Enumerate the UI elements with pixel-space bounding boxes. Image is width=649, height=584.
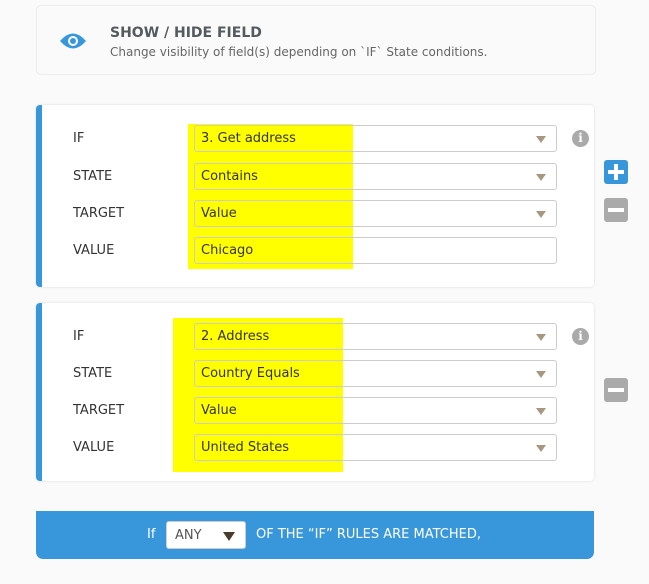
state-select[interactable]: Contains (194, 163, 557, 190)
header-title: SHOW / HIDE FIELD (110, 25, 262, 41)
target-select[interactable]: Value (194, 200, 557, 227)
rules-matched-text: OF THE “IF” RULES ARE MATCHED, (256, 527, 481, 542)
match-rule-bar: If ANY OF THE “IF” RULES ARE MATCHED, (36, 511, 594, 559)
remove-condition-button-1[interactable] (604, 198, 628, 222)
match-select[interactable]: ANY (166, 521, 246, 549)
if-value: 2. Address (201, 329, 270, 344)
value-text: United States (201, 440, 290, 455)
value-label: VALUE (73, 440, 115, 455)
target-select[interactable]: Value (194, 397, 557, 424)
target-value: Value (201, 206, 237, 221)
value-label: VALUE (73, 243, 115, 258)
dropdown-arrow-icon (536, 334, 546, 341)
dropdown-arrow-icon (536, 408, 546, 415)
value-input[interactable]: Chicago (194, 237, 557, 264)
if-select[interactable]: 3. Get address (194, 125, 557, 152)
header-subtitle: Change visibility of field(s) depending … (110, 45, 488, 59)
info-icon[interactable]: i (572, 130, 589, 147)
target-label: TARGET (73, 206, 125, 221)
state-label: STATE (73, 366, 113, 381)
state-value: Country Equals (201, 366, 300, 381)
dropdown-arrow-icon (536, 445, 546, 452)
remove-condition-button-2[interactable] (604, 378, 628, 402)
state-value: Contains (201, 169, 258, 184)
if-value: 3. Get address (201, 131, 296, 146)
dropdown-arrow-icon (536, 136, 546, 143)
value-text: Chicago (201, 243, 254, 258)
eye-icon (60, 33, 86, 49)
dropdown-arrow-icon (223, 532, 235, 541)
if-text: If (147, 527, 156, 542)
add-condition-button[interactable] (604, 160, 628, 184)
condition-card-2: IF STATE TARGET VALUE 2. Address Country… (36, 303, 594, 481)
target-label: TARGET (73, 403, 125, 418)
if-select[interactable]: 2. Address (194, 323, 557, 350)
dropdown-arrow-icon (536, 371, 546, 378)
condition-card-1: IF STATE TARGET VALUE 3. Get address Con… (36, 105, 594, 287)
target-value: Value (201, 403, 237, 418)
state-label: STATE (73, 169, 113, 184)
section-header: SHOW / HIDE FIELD Change visibility of f… (36, 5, 596, 75)
info-icon[interactable]: i (572, 328, 589, 345)
match-value: ANY (175, 528, 202, 543)
if-label: IF (73, 131, 85, 146)
dropdown-arrow-icon (536, 174, 546, 181)
value-select[interactable]: United States (194, 434, 557, 461)
if-label: IF (73, 329, 85, 344)
state-select[interactable]: Country Equals (194, 360, 557, 387)
dropdown-arrow-icon (536, 211, 546, 218)
